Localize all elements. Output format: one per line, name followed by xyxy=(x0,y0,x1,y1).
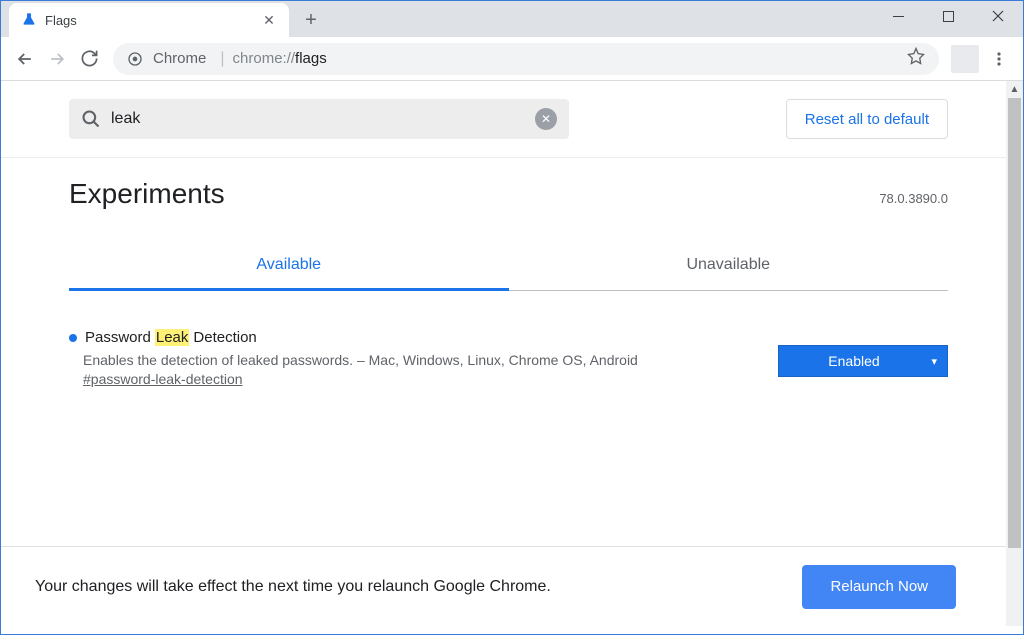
chrome-icon xyxy=(127,51,143,67)
browser-tab[interactable]: Flags ✕ xyxy=(9,3,289,37)
tab-unavailable[interactable]: Unavailable xyxy=(509,242,949,291)
tab-available[interactable]: Available xyxy=(69,242,509,291)
reload-button[interactable] xyxy=(73,43,105,75)
search-icon xyxy=(81,109,101,129)
address-bar[interactable]: Chrome | chrome://flags xyxy=(113,43,939,75)
chrome-version: 78.0.3890.0 xyxy=(879,191,948,206)
experiment-state-select[interactable]: Enabled xyxy=(778,345,948,377)
scroll-up-icon[interactable]: ▲ xyxy=(1006,81,1023,98)
back-button[interactable] xyxy=(9,43,41,75)
maximize-button[interactable] xyxy=(923,1,973,31)
site-label: Chrome xyxy=(153,50,206,67)
bookmark-star-icon[interactable] xyxy=(907,47,925,70)
new-tab-button[interactable]: + xyxy=(297,6,325,34)
profile-avatar[interactable] xyxy=(951,45,979,73)
page-title: Experiments xyxy=(69,178,225,210)
browser-toolbar: Chrome | chrome://flags xyxy=(1,37,1023,81)
forward-button[interactable] xyxy=(41,43,73,75)
relaunch-button[interactable]: Relaunch Now xyxy=(802,565,956,609)
experiment-permalink[interactable]: #password-leak-detection xyxy=(83,371,758,387)
scrollbar[interactable]: ▲ xyxy=(1006,81,1023,626)
browser-menu-button[interactable] xyxy=(983,43,1015,75)
minimize-button[interactable] xyxy=(873,1,923,31)
url-text: chrome://flags xyxy=(233,50,327,68)
relaunch-message: Your changes will take effect the next t… xyxy=(35,578,551,596)
clear-search-icon[interactable]: ✕ xyxy=(535,108,557,130)
tab-strip: Flags ✕ + xyxy=(1,1,1023,37)
search-input[interactable] xyxy=(111,110,535,128)
flags-search-box[interactable]: ✕ xyxy=(69,99,569,139)
experiment-description: Enables the detection of leaked password… xyxy=(83,352,758,368)
modified-indicator-icon xyxy=(69,334,77,342)
experiment-title: Password Leak Detection xyxy=(69,329,758,346)
window-controls xyxy=(873,1,1023,37)
page-content: ✕ Reset all to default Experiments 78.0.… xyxy=(1,81,1023,626)
close-tab-icon[interactable]: ✕ xyxy=(261,12,277,28)
tab-title: Flags xyxy=(45,13,261,28)
flask-icon xyxy=(21,12,37,28)
flags-header: ✕ Reset all to default xyxy=(1,81,1006,158)
reset-all-button[interactable]: Reset all to default xyxy=(786,99,948,139)
scrollbar-thumb[interactable] xyxy=(1008,98,1021,548)
experiment-tabs: Available Unavailable xyxy=(69,242,948,291)
relaunch-bar: Your changes will take effect the next t… xyxy=(1,546,1006,626)
omnibox-divider: | xyxy=(220,50,224,68)
experiment-row: Password Leak Detection Enables the dete… xyxy=(1,291,1006,407)
close-window-button[interactable] xyxy=(973,1,1023,31)
